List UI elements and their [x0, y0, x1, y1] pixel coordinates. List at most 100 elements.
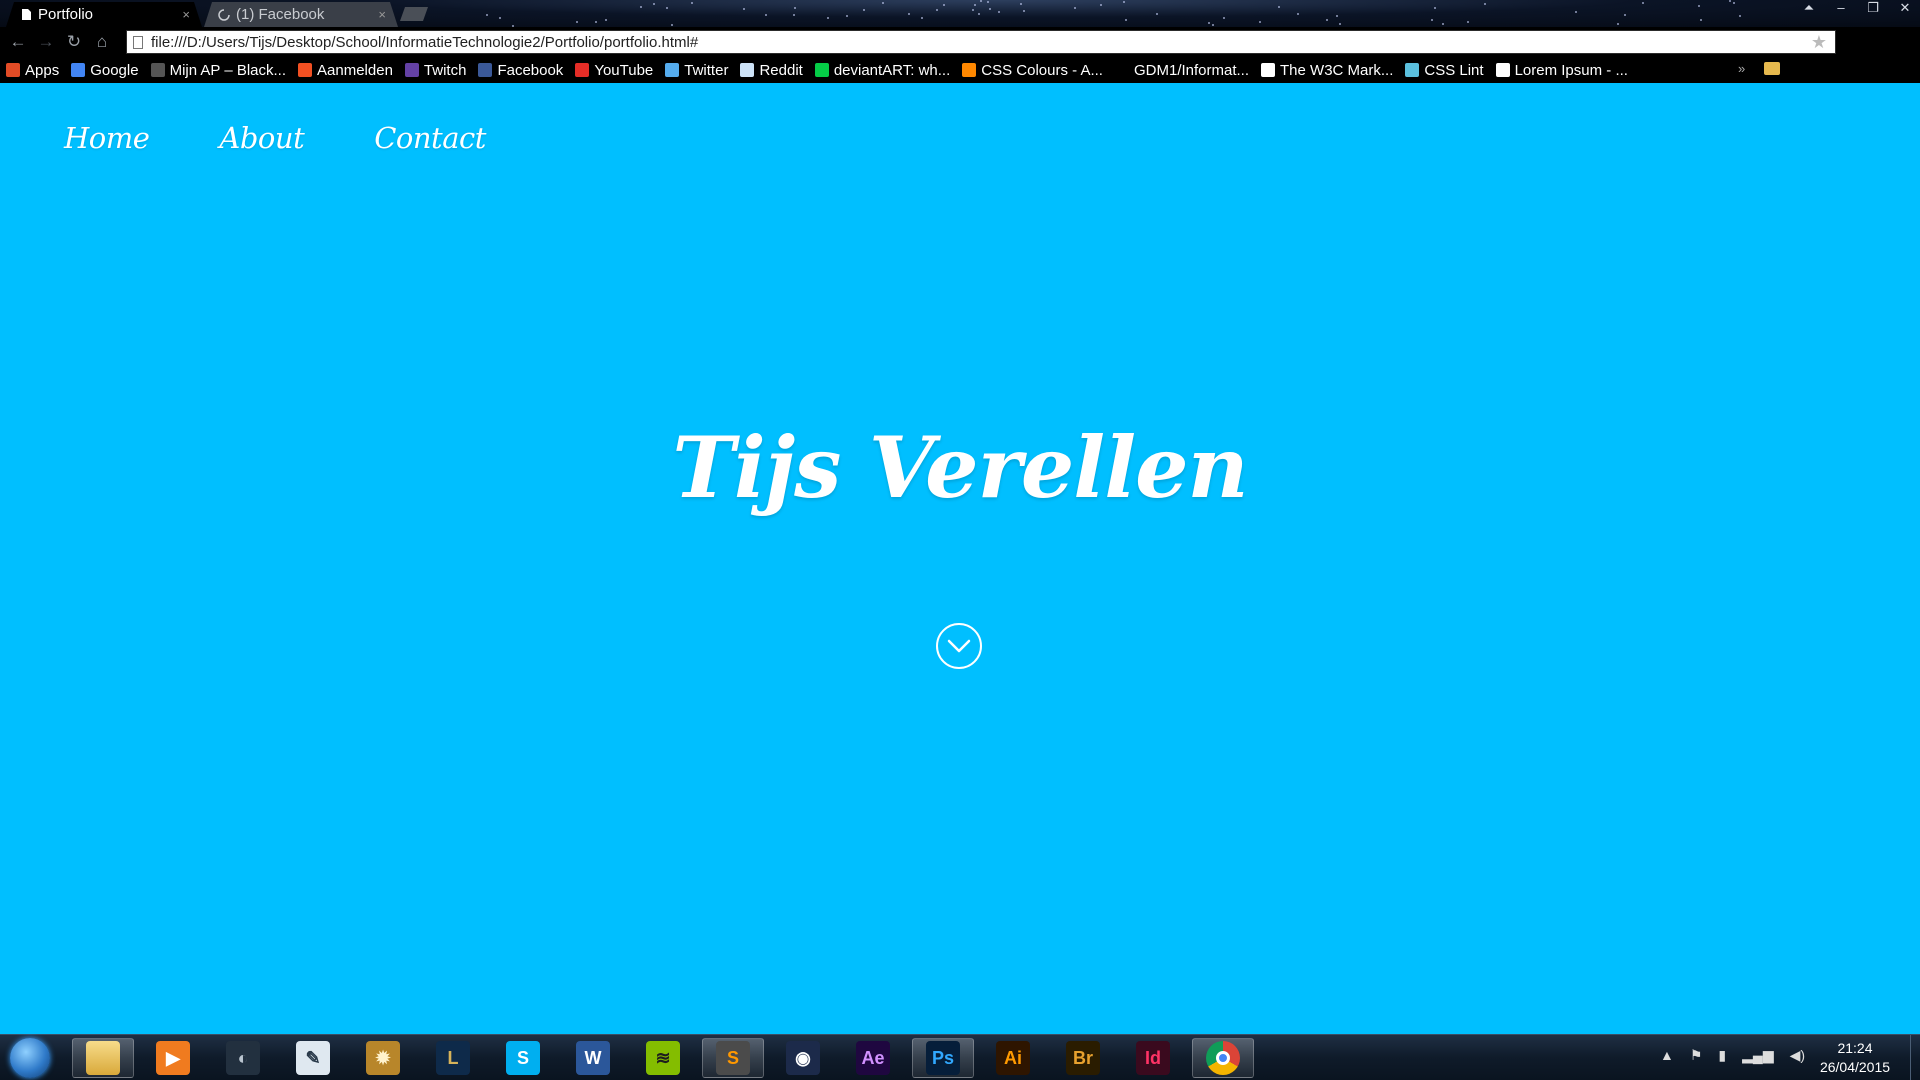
nav-about-link[interactable]: About — [219, 121, 304, 155]
bookmark-item[interactable]: Google — [71, 62, 138, 79]
site-nav: Home About Contact — [64, 121, 556, 155]
photoshop-icon: Ps — [926, 1041, 960, 1075]
page-info-icon[interactable] — [133, 36, 143, 49]
bookmark-item[interactable]: Facebook — [478, 62, 563, 79]
bookmark-label: Mijn AP – Black... — [170, 62, 286, 79]
bookmark-item[interactable]: CSS Colours - A... — [962, 62, 1103, 79]
bookmark-item[interactable]: Reddit — [740, 62, 802, 79]
new-tab-button[interactable] — [400, 7, 428, 21]
taskbar-app-skype[interactable]: S — [492, 1038, 554, 1078]
taskbar-app-after-effects[interactable]: Ae — [842, 1038, 904, 1078]
taskbar-app-explorer[interactable] — [72, 1038, 134, 1078]
nav-home-link[interactable]: Home — [64, 121, 149, 155]
network-icon[interactable]: ▂▄▆ — [1742, 1047, 1773, 1064]
home-icon[interactable]: ⌂ — [88, 32, 116, 52]
taskbar-app-sublime-text[interactable]: S — [702, 1038, 764, 1078]
background-star — [998, 11, 1000, 13]
hearthstone-icon: ✹ — [366, 1041, 400, 1075]
back-icon[interactable]: ← — [4, 32, 32, 52]
taskbar-app-teamspeak[interactable]: ◐ — [212, 1038, 274, 1078]
deviantart-icon — [815, 63, 829, 77]
show-desktop-button[interactable] — [1910, 1035, 1920, 1080]
taskbar-app-hearthstone[interactable]: ✹ — [352, 1038, 414, 1078]
taskbar-app-league-of-legends[interactable]: L — [422, 1038, 484, 1078]
taskbar-app-bridge[interactable]: Br — [1052, 1038, 1114, 1078]
nav-contact-link[interactable]: Contact — [374, 121, 486, 155]
address-bar[interactable]: file:///D:/Users/Tijs/Desktop/School/Inf… — [126, 30, 1836, 54]
background-star — [1617, 23, 1619, 25]
show-hidden-icons-icon[interactable]: ▲ — [1660, 1047, 1674, 1064]
taskbar-app-notepad[interactable]: ✎ — [282, 1038, 344, 1078]
taskbar-app-cinema4d[interactable]: ◉ — [772, 1038, 834, 1078]
background-star — [1336, 15, 1338, 17]
url-text: file:///D:/Users/Tijs/Desktop/School/Inf… — [151, 34, 1811, 51]
background-star — [1642, 2, 1644, 4]
background-star — [1624, 14, 1626, 16]
bookmark-label: Apps — [25, 62, 59, 79]
bookmark-item[interactable]: deviantART: wh... — [815, 62, 950, 79]
background-star — [691, 2, 693, 4]
clock[interactable]: 21:24 26/04/2015 — [1800, 1039, 1910, 1077]
taskbar-app-media-player[interactable]: ▶ — [142, 1038, 204, 1078]
bookmark-item[interactable]: CSS Lint — [1405, 62, 1483, 79]
taskbar-app-word[interactable]: W — [562, 1038, 624, 1078]
taskbar-app-spotify[interactable]: ≋ — [632, 1038, 694, 1078]
illustrator-icon: Ai — [996, 1041, 1030, 1075]
background-star — [486, 14, 488, 16]
system-tray: ▲ ⚑ ▮ ▂▄▆ ◀) — [1660, 1047, 1805, 1064]
power-icon[interactable]: ▮ — [1718, 1047, 1726, 1064]
tab-facebook[interactable]: (1) Facebook × — [204, 2, 398, 27]
taskbar-app-indesign[interactable]: Id — [1122, 1038, 1184, 1078]
bookmark-item[interactable]: Apps — [6, 62, 59, 79]
bookmark-item[interactable]: Twitter — [665, 62, 728, 79]
bookmark-label: The W3C Mark... — [1280, 62, 1393, 79]
bookmark-label: CSS Colours - A... — [981, 62, 1103, 79]
bookmarks-overflow-icon[interactable]: » — [1738, 61, 1745, 76]
close-icon[interactable]: ✕ — [1896, 0, 1914, 16]
taskbar-app-photoshop[interactable]: Ps — [912, 1038, 974, 1078]
bookmark-star-icon[interactable]: ★ — [1811, 32, 1827, 53]
taskbar-app-illustrator[interactable]: Ai — [982, 1038, 1044, 1078]
bookmark-item[interactable]: Lorem Ipsum - ... — [1496, 62, 1628, 79]
w3c-icon — [1261, 63, 1275, 77]
user-icon[interactable]: ⏶ — [1800, 0, 1818, 16]
bookmark-item[interactable]: GDM1/Informat... — [1115, 62, 1249, 79]
blank-page-icon — [1115, 63, 1129, 77]
teamspeak-icon: ◐ — [226, 1041, 260, 1075]
reload-icon[interactable]: ↻ — [60, 32, 88, 52]
start-button[interactable] — [10, 1038, 50, 1078]
background-star — [1074, 7, 1076, 9]
chevron-down-circle-icon[interactable] — [936, 623, 982, 669]
bookmark-item[interactable]: Twitch — [405, 62, 467, 79]
background-star — [1212, 24, 1214, 26]
background-star — [1698, 5, 1700, 7]
action-center-flag-icon[interactable]: ⚑ — [1690, 1047, 1703, 1064]
background-star — [1700, 19, 1702, 21]
bookmark-label: CSS Lint — [1424, 62, 1483, 79]
background-star — [1442, 23, 1444, 25]
bookmark-label: Twitch — [424, 62, 467, 79]
background-star — [921, 17, 923, 19]
tab-close-icon[interactable]: × — [182, 7, 190, 22]
background-star — [978, 13, 980, 15]
sublime-icon: S — [716, 1041, 750, 1075]
taskbar-app-chrome[interactable] — [1192, 1038, 1254, 1078]
background-star — [765, 14, 767, 16]
forward-icon[interactable]: → — [32, 32, 60, 52]
background-star — [1434, 7, 1436, 9]
bookmark-label: Reddit — [759, 62, 802, 79]
tab-close-icon[interactable]: × — [378, 7, 386, 22]
minimize-icon[interactable]: – — [1832, 0, 1850, 16]
restore-icon[interactable]: ❐ — [1864, 0, 1882, 16]
bookmark-item[interactable]: Mijn AP – Black... — [151, 62, 286, 79]
bookmark-item[interactable]: Aanmelden — [298, 62, 393, 79]
background-star — [1733, 2, 1735, 4]
background-star — [846, 15, 848, 17]
background-star — [908, 13, 910, 15]
facebook-icon — [478, 63, 492, 77]
background-star — [1484, 3, 1486, 5]
bookmark-item[interactable]: The W3C Mark... — [1261, 62, 1393, 79]
bookmark-item[interactable]: YouTube — [575, 62, 653, 79]
other-bookmarks-folder-icon[interactable] — [1764, 62, 1780, 75]
tab-portfolio[interactable]: Portfolio × — [6, 2, 202, 27]
